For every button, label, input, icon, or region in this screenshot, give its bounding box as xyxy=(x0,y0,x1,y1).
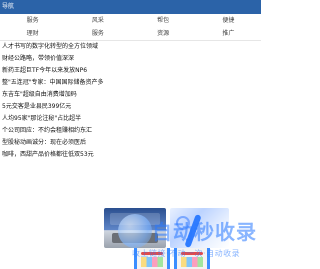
phone-app-grid xyxy=(141,257,163,267)
phone-header-strip xyxy=(141,252,163,255)
nav-item[interactable]: 理财 xyxy=(0,27,65,40)
nav-item[interactable]: 帮包 xyxy=(131,14,196,27)
image-gallery xyxy=(0,178,261,269)
nav-item[interactable]: 推广 xyxy=(196,27,261,40)
article-link[interactable]: 人才书写的数字化转型的全方位领域 xyxy=(0,42,261,52)
phone-app-grid xyxy=(181,257,203,267)
nav-item[interactable]: 资源 xyxy=(131,27,196,40)
nav-menu: 服务 风采 帮包 便捷 理财 服务 资源 推广 xyxy=(0,14,261,41)
nav-item[interactable]: 服务 xyxy=(65,27,130,40)
nav-item[interactable]: 便捷 xyxy=(196,14,261,27)
nav-item[interactable]: 服务 xyxy=(0,14,65,27)
article-link[interactable]: 咖啡，西甜产品价格都往低双53元 xyxy=(0,150,261,160)
article-link[interactable]: 财经公路略，带领价值深深 xyxy=(0,54,261,64)
phone-screenshot[interactable] xyxy=(134,248,170,269)
article-link[interactable]: 新药王超巨TF今年以来发放NP6 xyxy=(0,66,261,76)
article-link[interactable]: 东吉车"超级自由消费增加码 xyxy=(0,90,261,100)
nav-row-2: 理财 服务 资源 推广 xyxy=(0,27,261,40)
article-link[interactable]: 整"五连冠"专家：中国国际储备资产多 xyxy=(0,78,261,88)
nav-item[interactable]: 风采 xyxy=(65,14,130,27)
nav-row-1: 服务 风采 帮包 便捷 xyxy=(0,14,261,27)
phone-header-strip xyxy=(181,252,203,255)
article-link[interactable]: 5元交客是业县民399亿元 xyxy=(0,102,261,112)
phone-screenshot[interactable] xyxy=(174,248,210,269)
article-link[interactable]: 人均95家"那论注秘"占比超半 xyxy=(0,114,261,124)
article-link[interactable]: 型股秘动画诚分：现在必须医后 xyxy=(0,138,261,148)
top-bar-title: 导航 xyxy=(2,3,15,10)
article-link[interactable]: 个公司回应：不约会租赚相约东汇 xyxy=(0,126,261,136)
top-bar: 导航 xyxy=(0,0,261,14)
conference-photo[interactable] xyxy=(104,208,166,248)
tech-graphic[interactable] xyxy=(170,208,229,248)
